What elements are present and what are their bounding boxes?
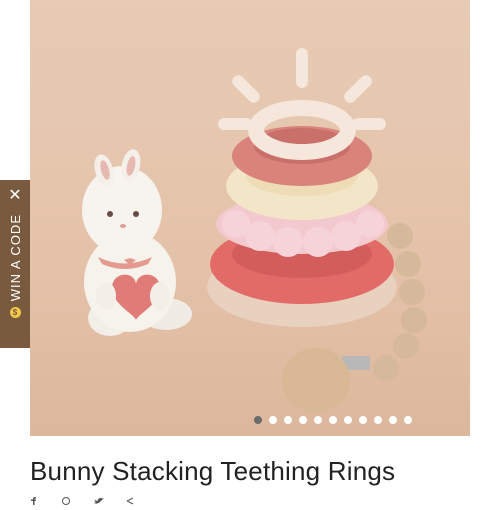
win-a-code-tab[interactable]: ✕ WIN A CODE $ — [0, 180, 30, 348]
stacking-rings — [207, 48, 397, 327]
coin-icon: $ — [9, 307, 21, 319]
facebook-icon[interactable] — [30, 492, 42, 505]
carousel-dot[interactable] — [343, 416, 352, 424]
carousel-dot[interactable] — [358, 416, 367, 424]
carousel-dot[interactable] — [283, 416, 292, 424]
carousel-dot[interactable] — [268, 416, 277, 424]
product-photo — [82, 48, 427, 412]
carousel-dot[interactable] — [313, 416, 322, 424]
carousel-dots — [30, 416, 470, 424]
close-icon[interactable]: ✕ — [8, 188, 21, 204]
carousel-dot[interactable] — [253, 416, 262, 424]
carousel-dot[interactable] — [373, 416, 382, 424]
carousel-dot[interactable] — [403, 416, 412, 424]
product-title: Bunny Stacking Teething Rings — [30, 456, 396, 486]
share-icon[interactable] — [126, 492, 138, 505]
carousel-dot[interactable] — [328, 416, 337, 424]
carousel-dot[interactable] — [388, 416, 397, 424]
share-icons-row — [30, 492, 138, 505]
product-image-carousel[interactable] — [30, 0, 470, 436]
carousel-dot[interactable] — [298, 416, 307, 424]
bunny-figure — [82, 149, 192, 336]
win-a-code-label: WIN A CODE — [7, 214, 23, 302]
pinterest-icon[interactable] — [62, 492, 74, 505]
twitter-icon[interactable] — [94, 492, 106, 504]
